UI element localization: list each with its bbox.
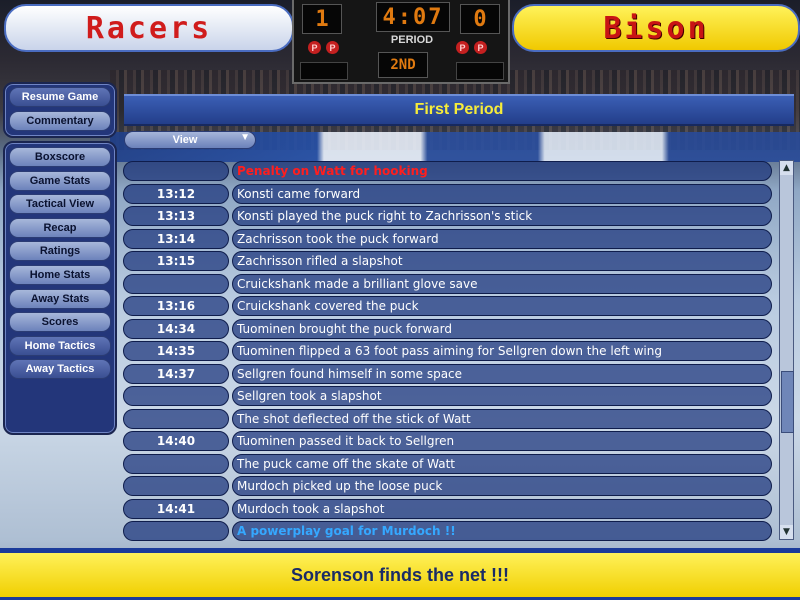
event-text: A powerplay goal for Murdoch !! bbox=[232, 521, 772, 541]
home-team-name: Racers bbox=[4, 4, 294, 52]
scroll-down-icon[interactable]: ▼ bbox=[780, 525, 793, 539]
list-item: Murdoch picked up the loose puck bbox=[123, 476, 773, 496]
game-clock: 4:07 bbox=[376, 2, 450, 32]
game-stats-button[interactable]: Game Stats bbox=[9, 171, 111, 191]
event-time bbox=[123, 453, 229, 474]
away-team-name: Bison bbox=[512, 4, 800, 52]
event-text: Zachrisson rifled a slapshot bbox=[232, 251, 772, 271]
scoreboard: 1 4:07 0 PERIOD 2ND P P P P bbox=[292, 0, 510, 84]
event-text: Zachrisson took the puck forward bbox=[232, 228, 772, 249]
scrollbar-thumb[interactable] bbox=[781, 371, 794, 433]
home-tactics-button[interactable]: Home Tactics bbox=[9, 336, 111, 356]
home-penalty-box bbox=[300, 62, 348, 80]
event-time: 13:16 bbox=[123, 296, 229, 316]
list-item: 14:35 Tuominen flipped a 63 foot pass aim… bbox=[123, 341, 773, 361]
away-penalty-icon-1: P bbox=[456, 41, 469, 54]
away-penalty-icon-2: P bbox=[474, 41, 487, 54]
event-text: Sellgren took a slapshot bbox=[232, 386, 772, 406]
event-text: Tuominen passed it back to Sellgren bbox=[232, 431, 772, 451]
view-dropdown-label: View bbox=[172, 134, 198, 146]
list-item: A powerplay goal for Murdoch !! bbox=[123, 521, 773, 541]
list-item: 13:13 Konsti played the puck right to Zac… bbox=[123, 206, 773, 226]
event-time bbox=[123, 476, 229, 496]
recap-button[interactable]: Recap bbox=[9, 218, 111, 238]
event-time bbox=[123, 161, 229, 181]
event-text: Konsti came forward bbox=[232, 183, 772, 204]
list-item: Cruickshank made a brilliant glove save bbox=[123, 273, 773, 294]
list-item: 13:15 Zachrisson rifled a slapshot bbox=[123, 251, 773, 271]
commentary-button[interactable]: Commentary bbox=[9, 111, 111, 131]
away-score: 0 bbox=[460, 4, 500, 34]
list-item: 13:16 Cruickshank covered the puck bbox=[123, 296, 773, 316]
event-time: 14:37 bbox=[123, 363, 229, 384]
period-value: 2ND bbox=[378, 52, 428, 78]
event-text: Tuominen brought the puck forward bbox=[232, 318, 772, 339]
event-time: 13:12 bbox=[123, 183, 229, 204]
resume-game-button[interactable]: Resume Game bbox=[9, 87, 111, 107]
event-time: 13:13 bbox=[123, 206, 229, 226]
scores-button[interactable]: Scores bbox=[9, 312, 111, 332]
event-time: 14:41 bbox=[123, 498, 229, 519]
ratings-button[interactable]: Ratings bbox=[9, 241, 111, 261]
list-item: 13:12 Konsti came forward bbox=[123, 183, 773, 204]
view-dropdown[interactable]: View ▼ bbox=[124, 131, 256, 149]
footer-message: Sorenson finds the net !!! bbox=[0, 553, 800, 597]
list-item: 14:37 Sellgren found himself in some spac… bbox=[123, 363, 773, 384]
event-time: 13:14 bbox=[123, 228, 229, 249]
event-time: 14:40 bbox=[123, 431, 229, 451]
event-time: 13:15 bbox=[123, 251, 229, 271]
home-stats-button[interactable]: Home Stats bbox=[9, 265, 111, 285]
event-time bbox=[123, 408, 229, 429]
home-score: 1 bbox=[302, 4, 342, 34]
event-time: 14:35 bbox=[123, 341, 229, 361]
event-text: Cruickshank made a brilliant glove save bbox=[232, 273, 772, 294]
event-text: Sellgren found himself in some space bbox=[232, 363, 772, 384]
away-penalty-box bbox=[456, 62, 504, 80]
event-time bbox=[123, 273, 229, 294]
away-tactics-button[interactable]: Away Tactics bbox=[9, 359, 111, 379]
tactical-view-button[interactable]: Tactical View bbox=[9, 194, 111, 214]
event-text: Penalty on Watt for hooking bbox=[232, 161, 772, 181]
period-label: PERIOD bbox=[390, 34, 434, 46]
list-item: 13:14 Zachrisson took the puck forward bbox=[123, 228, 773, 249]
nav-group-secondary: Boxscore Game Stats Tactical View Recap … bbox=[3, 141, 117, 435]
commentary-scrollbar[interactable]: ▲ ▼ bbox=[779, 160, 794, 540]
away-stats-button[interactable]: Away Stats bbox=[9, 289, 111, 309]
list-item: Sellgren took a slapshot bbox=[123, 386, 773, 406]
scroll-up-icon[interactable]: ▲ bbox=[780, 161, 793, 175]
event-text: Konsti played the puck right to Zachriss… bbox=[232, 206, 772, 226]
chevron-down-icon: ▼ bbox=[240, 132, 250, 143]
nav-group-primary: Resume Game Commentary bbox=[3, 82, 117, 138]
list-item: 14:40 Tuominen passed it back to Sellgren bbox=[123, 431, 773, 451]
panel-title: First Period bbox=[124, 94, 794, 126]
event-time bbox=[123, 386, 229, 406]
list-item: 14:41 Murdoch took a slapshot bbox=[123, 498, 773, 519]
list-item: The shot deflected off the stick of Watt bbox=[123, 408, 773, 429]
event-time: 14:34 bbox=[123, 318, 229, 339]
list-item: Penalty on Watt for hooking bbox=[123, 161, 773, 181]
event-text: The shot deflected off the stick of Watt bbox=[232, 408, 772, 429]
boxscore-button[interactable]: Boxscore bbox=[9, 147, 111, 167]
event-text: Murdoch took a slapshot bbox=[232, 498, 772, 519]
list-item: The puck came off the skate of Watt bbox=[123, 453, 773, 474]
list-item: 14:34 Tuominen brought the puck forward bbox=[123, 318, 773, 339]
home-penalty-icon-2: P bbox=[326, 41, 339, 54]
event-text: Murdoch picked up the loose puck bbox=[232, 476, 772, 496]
event-text: The puck came off the skate of Watt bbox=[232, 453, 772, 474]
event-text: Cruickshank covered the puck bbox=[232, 296, 772, 316]
event-text: Tuominen flipped a 63 foot pass aiming f… bbox=[232, 341, 772, 361]
event-time bbox=[123, 521, 229, 541]
home-penalty-icon-1: P bbox=[308, 41, 321, 54]
